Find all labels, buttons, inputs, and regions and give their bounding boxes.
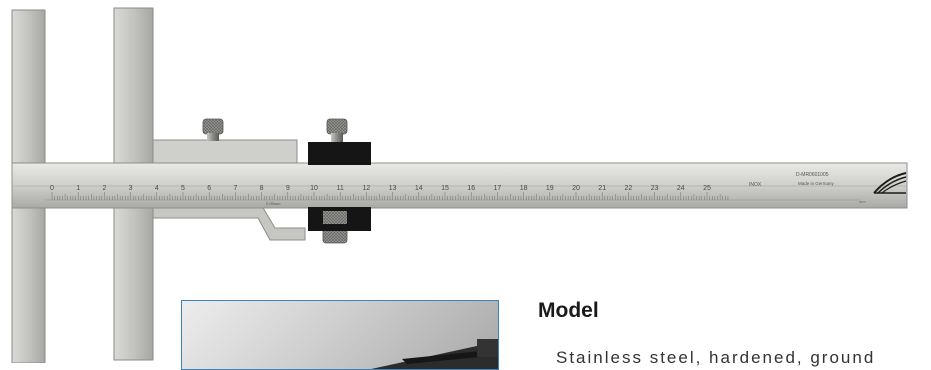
scale-number: 14 — [415, 185, 423, 192]
detail-image — [371, 339, 498, 369]
scale-number: 22 — [625, 185, 633, 192]
scale-number: 25 — [703, 185, 711, 192]
scale-number: 12 — [363, 185, 371, 192]
scale-number: 4 — [155, 185, 159, 192]
scale-number: 7 — [233, 185, 237, 192]
unit-label: mm — [859, 199, 866, 204]
scale-number: 10 — [310, 185, 318, 192]
scale-number: 13 — [389, 185, 397, 192]
scale-number: 11 — [337, 185, 344, 192]
scale-number: 23 — [651, 185, 659, 192]
scale-number: 0 — [50, 185, 54, 192]
scale-number: 15 — [441, 185, 449, 192]
vernier-lower-body — [152, 205, 306, 241]
scale-number: 20 — [572, 185, 580, 192]
detail-image-frame — [181, 300, 499, 370]
scale-number: 19 — [546, 185, 554, 192]
scale-number: 9 — [286, 185, 290, 192]
scale-number: 18 — [520, 185, 528, 192]
knurled-screw-icon — [326, 118, 348, 143]
scale-number: 8 — [260, 185, 264, 192]
scale-number: 24 — [677, 185, 685, 192]
section-body-text: Stainless steel, hardened, ground — [556, 348, 876, 367]
scale-number: 3 — [129, 185, 133, 192]
vernier-label: 0.05mm — [266, 201, 281, 206]
scale-number: 2 — [102, 185, 106, 192]
scale-number: 1 — [76, 185, 80, 192]
scale-number: 21 — [598, 185, 606, 192]
scale-number: 5 — [181, 185, 185, 192]
beam-marking-code: D-MR0601005 — [796, 172, 829, 178]
scale-number: 17 — [494, 185, 502, 192]
scale-number: 16 — [467, 185, 475, 192]
beam-marking-origin: Made in Germany — [798, 181, 835, 186]
clamp-upper — [308, 142, 371, 165]
scale-number: 6 — [207, 185, 211, 192]
section-heading: Model — [538, 299, 599, 322]
slider-upper-body — [152, 139, 298, 165]
beam-marking-inox: INOX — [749, 182, 762, 188]
knurled-screw-icon — [202, 118, 224, 141]
